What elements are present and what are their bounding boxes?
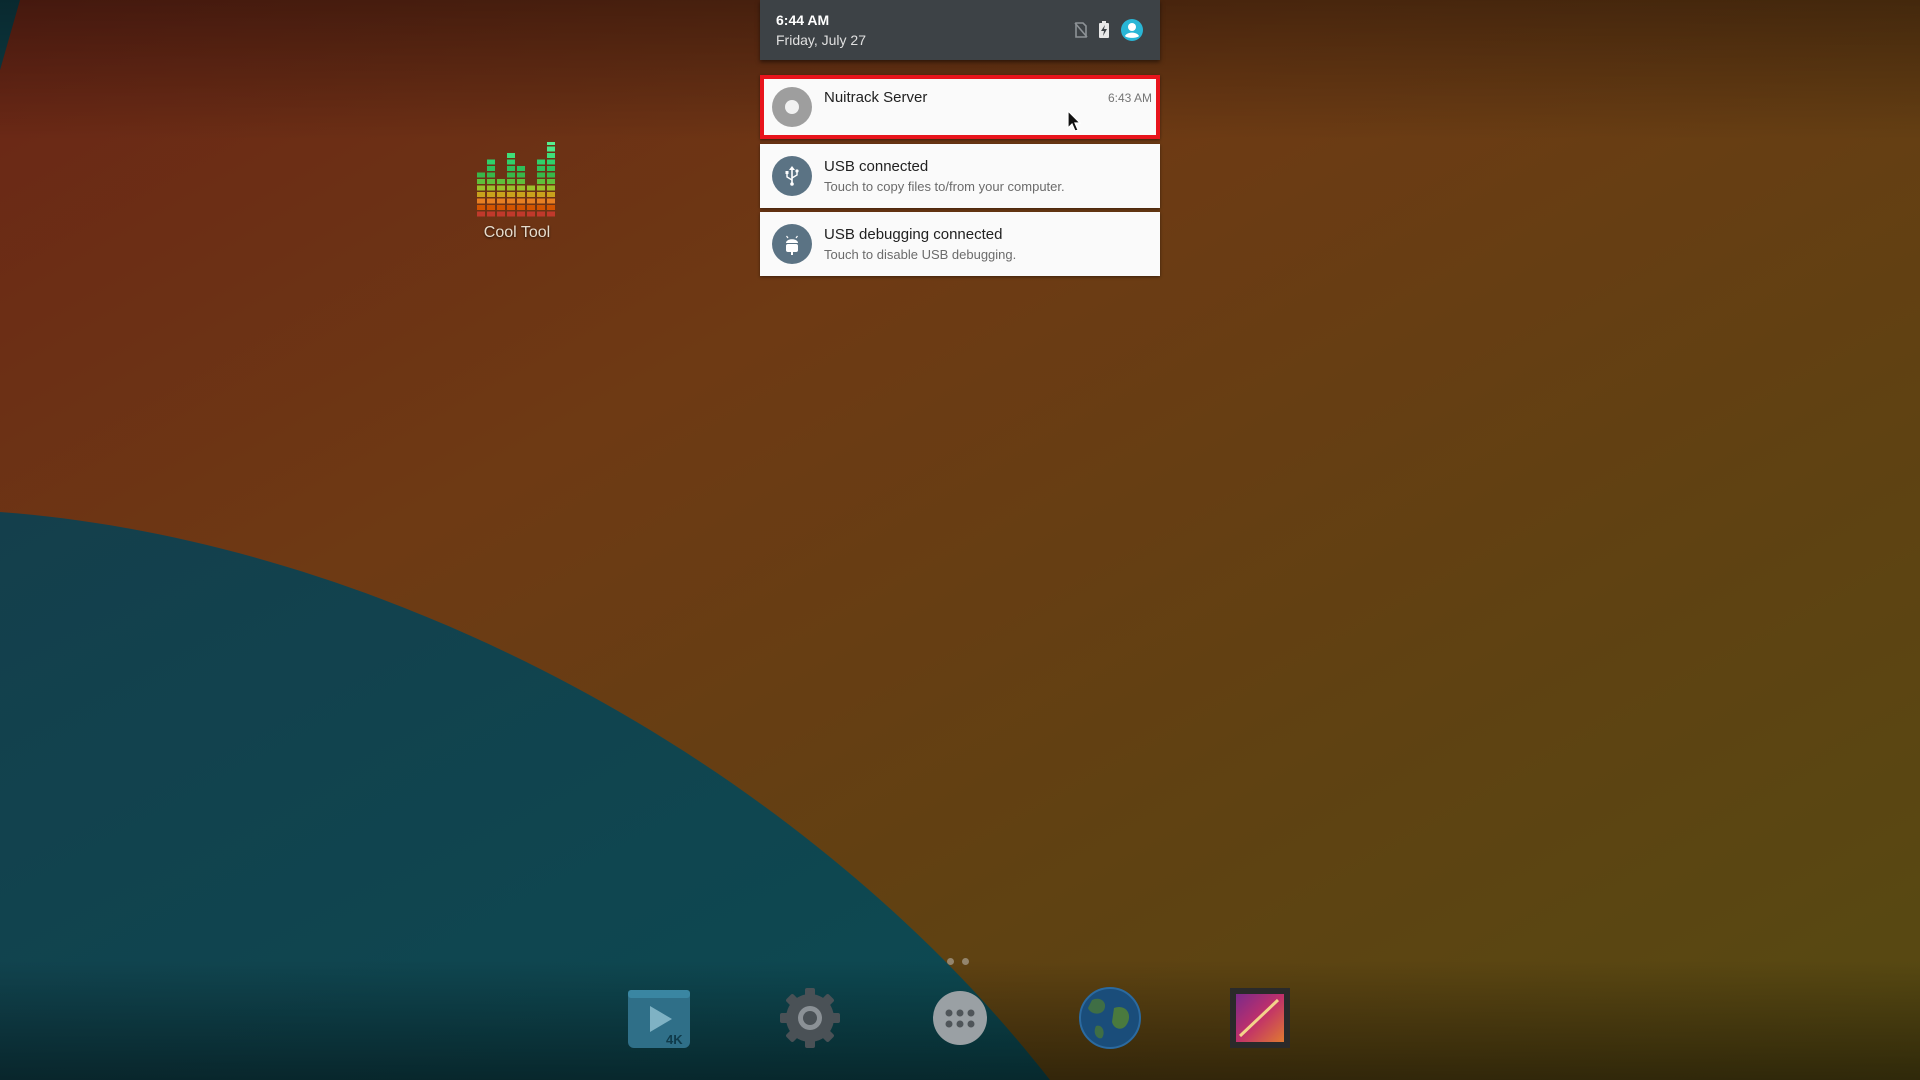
mouse-cursor-icon xyxy=(1067,110,1082,132)
gear-icon xyxy=(780,988,840,1048)
status-time: 6:44 AM xyxy=(776,12,830,28)
app-drawer-icon xyxy=(933,991,987,1045)
dock-settings[interactable] xyxy=(778,986,842,1050)
gallery-icon xyxy=(1230,988,1290,1048)
usb-icon xyxy=(772,156,812,196)
notification-text: Touch to copy files to/from your compute… xyxy=(824,179,1065,194)
status-date: Friday, July 27 xyxy=(776,32,866,48)
dock-badge: 4K xyxy=(666,1032,683,1047)
no-sim-icon xyxy=(1074,22,1088,38)
notification-text: Touch to disable USB debugging. xyxy=(824,247,1017,262)
notification-title: Nuitrack Server xyxy=(824,89,928,106)
globe-icon xyxy=(1079,987,1141,1049)
notification-shade-header: 6:44 AM Friday, July 27 xyxy=(760,0,1160,60)
notification-title: USB connected xyxy=(824,158,929,175)
notification-nuitrack-server[interactable]: Nuitrack Server 6:43 AM xyxy=(760,75,1160,139)
notification-time: 6:43 AM xyxy=(1107,91,1152,105)
cool-tool-shortcut[interactable]: Cool Tool xyxy=(462,136,572,256)
equalizer-icon xyxy=(477,142,555,217)
notification-usb-connected[interactable]: USB connected Touch to copy files to/fro… xyxy=(760,144,1160,208)
battery-charging-icon xyxy=(1099,21,1109,38)
dock-browser[interactable] xyxy=(1078,986,1142,1050)
play-4k-icon: 4K xyxy=(628,990,690,1048)
dock-video-player[interactable]: 4K xyxy=(628,986,692,1050)
status-icons xyxy=(1074,18,1144,42)
notification-usb-debugging[interactable]: USB debugging connected Touch to disable… xyxy=(760,212,1160,276)
user-account-icon[interactable] xyxy=(1120,18,1144,42)
dock-all-apps[interactable] xyxy=(928,986,992,1050)
highlight-box xyxy=(760,75,1160,139)
notification-title: USB debugging connected xyxy=(824,226,1003,243)
android-debug-icon xyxy=(772,224,812,264)
shortcut-label: Cool Tool xyxy=(483,224,551,241)
nuitrack-icon xyxy=(772,87,812,127)
dock-gallery[interactable] xyxy=(1228,986,1292,1050)
